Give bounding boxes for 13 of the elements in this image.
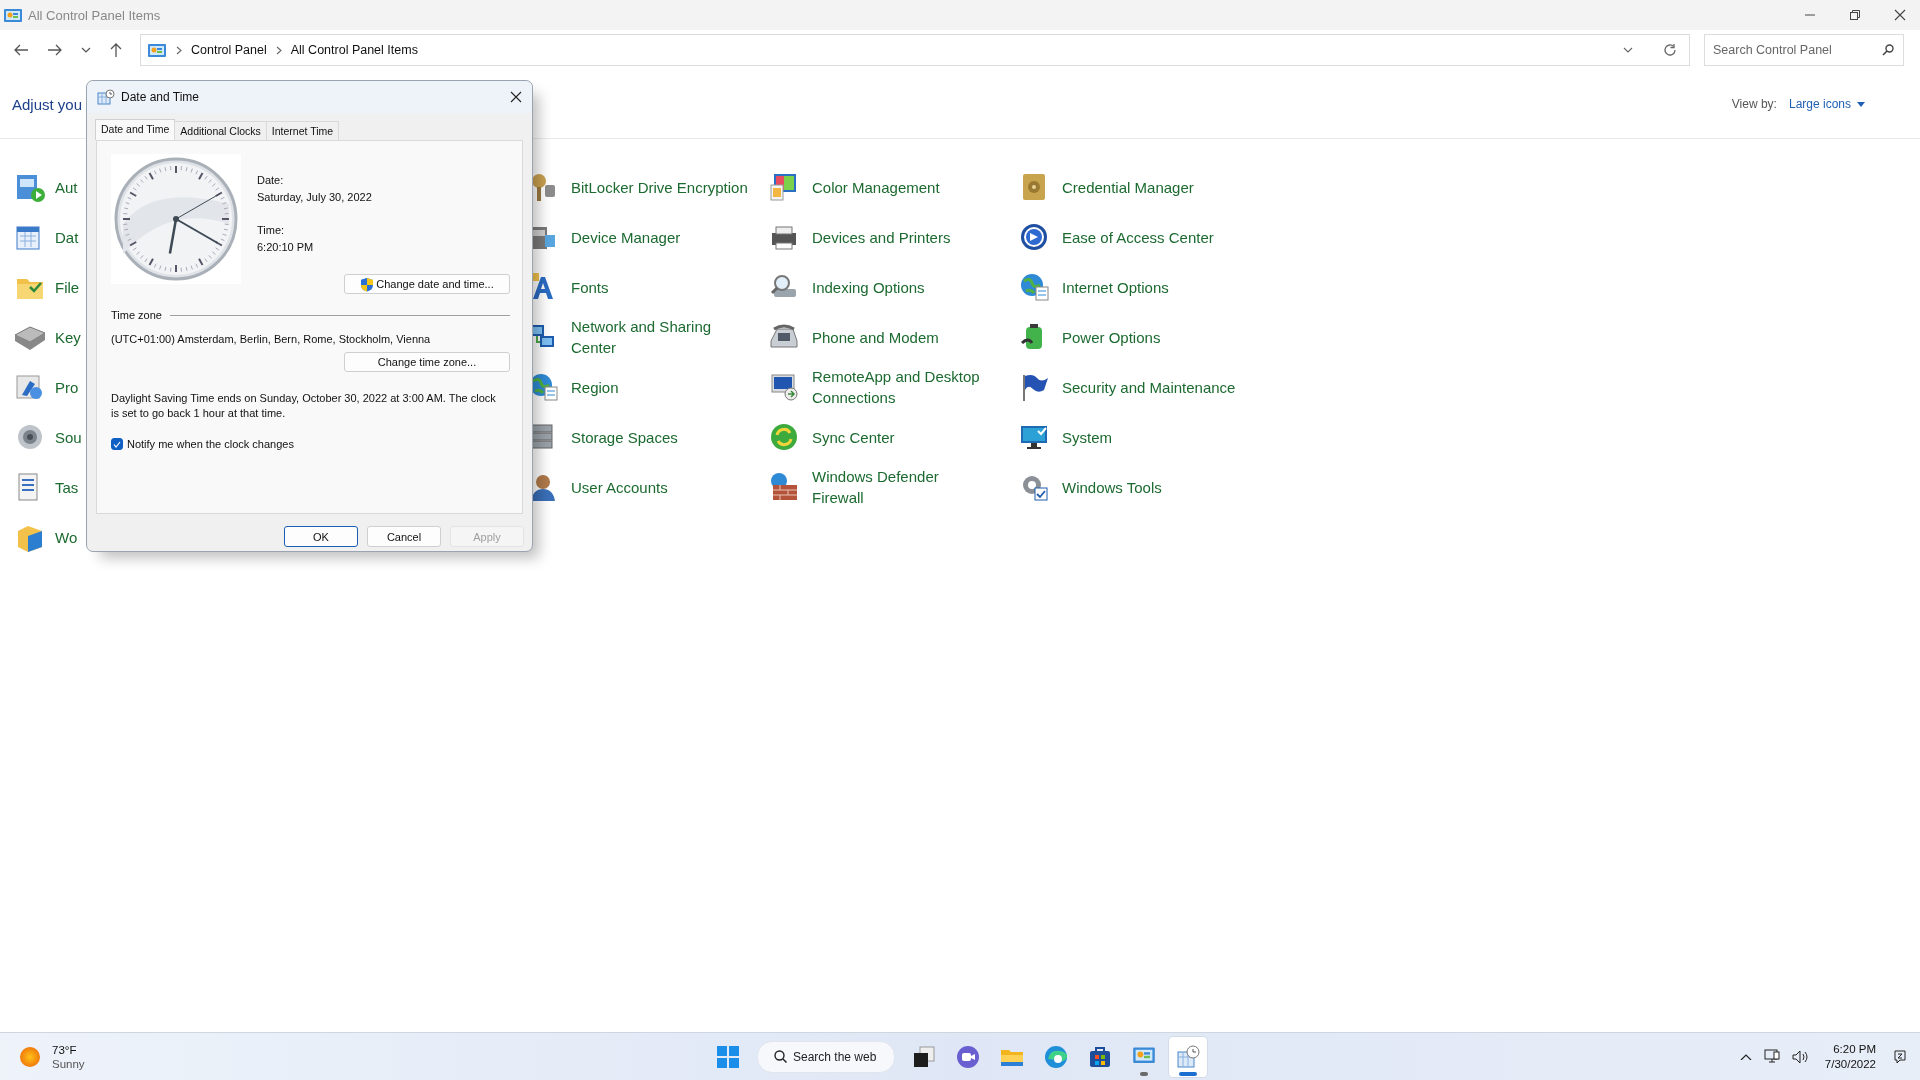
time-label: Time: [257,224,286,236]
view-by-label: View by: [1731,97,1777,111]
date-label: Date: [257,174,285,186]
time-zone-value: (UTC+01:00) Amsterdam, Berlin, Bern, Rome, Stockholm, Vienna [111,333,432,345]
group-label: Time zone [111,309,162,321]
weather-condition: Sunny [52,1057,85,1070]
window-title: All Control Panel Items [28,7,161,23]
dialog-title: Date and Time [121,90,200,104]
temperature-text: 73°F [52,1043,78,1056]
date-value: Saturday, July 30, 2022 [257,191,372,203]
time-value: 6:20:10 PM [257,241,315,253]
page-heading: Adjust you [12,95,83,113]
daylight-saving-note: Daylight Saving Time ends on Sunday, October 30, 2022 at 3:00 AM. The clock is set to go back 1 hour at that time. [111,391,497,421]
